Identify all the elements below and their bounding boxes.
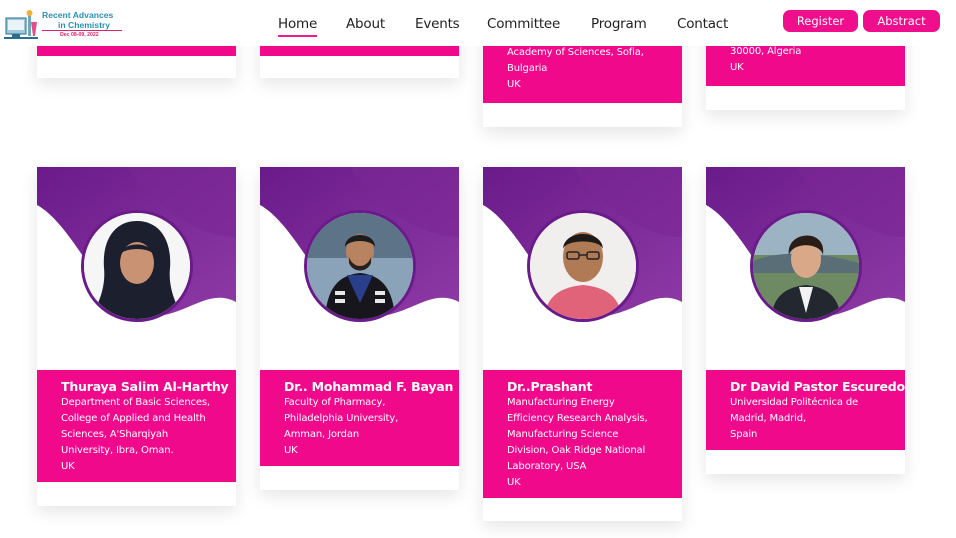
speaker-affiliation-line: Amman, Jordan (284, 429, 360, 440)
speaker-name: Dr..Prashant (507, 379, 593, 394)
speaker-card[interactable]: Dr..Prashant Manufacturing Energy Effici… (483, 167, 682, 521)
logo-title-line1: Recent Advances (42, 10, 114, 20)
speaker-affiliation-line: Philadelphia University, (284, 413, 399, 424)
speaker-affiliation-line: College of Applied and Health (61, 413, 206, 424)
speaker-info: Dr David Pastor Escuredo Universidad Pol… (706, 370, 905, 450)
abstract-button[interactable]: Abstract (863, 10, 940, 32)
nav-program[interactable]: Program (591, 16, 647, 32)
speaker-affiliation-line: Madrid, Madrid, (730, 413, 806, 424)
speaker-affiliation-line: Sciences, A'Sharqiyah (61, 429, 169, 440)
speaker-portrait-icon (307, 213, 413, 319)
speaker-info: Dr..Prashant Manufacturing Energy Effici… (483, 370, 682, 498)
speaker-country: UK (284, 445, 298, 456)
speaker-affiliation-line: UK (507, 79, 521, 90)
speaker-affiliation-line: Bulgaria (507, 63, 548, 74)
nav-events[interactable]: Events (415, 16, 460, 32)
speaker-country: UK (507, 477, 521, 488)
speaker-affiliation-line: University, Ibra, Oman. (61, 445, 174, 456)
speaker-affiliation-line: 30000, Algeria (730, 46, 802, 57)
logo-divider (42, 30, 122, 31)
nav-committee[interactable]: Committee (487, 16, 560, 32)
site-logo[interactable]: Recent Advances in Chemistry Dec 08-09, … (4, 6, 122, 42)
speaker-photo (81, 210, 193, 322)
site-header: Recent Advances in Chemistry Dec 08-09, … (0, 0, 956, 46)
speaker-portrait-icon (84, 213, 190, 319)
nav-home[interactable]: Home (278, 16, 317, 37)
nav-about[interactable]: About (346, 16, 385, 32)
logo-dates: Dec 08-09, 2022 (60, 32, 99, 38)
speaker-card[interactable]: Thuraya Salim Al-Harthy Department of Ba… (37, 167, 236, 506)
speaker-photo (527, 210, 639, 322)
nav-contact[interactable]: Contact (677, 16, 728, 32)
speaker-portrait-icon (530, 213, 636, 319)
speaker-name: Thuraya Salim Al-Harthy (61, 379, 229, 394)
register-button[interactable]: Register (783, 10, 858, 32)
speaker-affiliation-line: Laboratory, USA (507, 461, 587, 472)
speaker-affiliation-line: UK (730, 62, 744, 73)
speaker-affiliation-line: Faculty of Pharmacy, (284, 397, 386, 408)
speaker-info: Dr.. Mohammad F. Bayan Faculty of Pharma… (260, 370, 459, 466)
speaker-affiliation-line: Division, Oak Ridge National (507, 445, 646, 456)
speaker-portrait-icon (753, 213, 859, 319)
speaker-name: Dr.. Mohammad F. Bayan (284, 379, 454, 394)
speaker-info: Thuraya Salim Al-Harthy Department of Ba… (37, 370, 236, 482)
speaker-card[interactable]: Dr David Pastor Escuredo Universidad Pol… (706, 167, 905, 474)
speaker-affiliation-line: Department of Basic Sciences, (61, 397, 210, 408)
speaker-photo (750, 210, 862, 322)
speaker-name: Dr David Pastor Escuredo (730, 379, 905, 394)
speaker-country: Spain (730, 429, 758, 440)
page: Academy of Sciences, Sofia, Bulgaria UK … (0, 0, 956, 538)
speaker-affiliation-line: Academy of Sciences, Sofia, (507, 47, 644, 58)
lab-logo-icon (4, 10, 38, 39)
speaker-card[interactable]: Dr.. Mohammad F. Bayan Faculty of Pharma… (260, 167, 459, 490)
speaker-affiliation-line: Manufacturing Energy (507, 397, 615, 408)
speaker-affiliation-line: Efficiency Research Analysis, (507, 413, 648, 424)
logo-title-line2: in Chemistry (58, 20, 111, 30)
speaker-photo (304, 210, 416, 322)
speaker-country: UK (61, 461, 75, 472)
speaker-affiliation-line: Manufacturing Science (507, 429, 619, 440)
speaker-affiliation-line: Universidad Politécnica de (730, 397, 859, 408)
